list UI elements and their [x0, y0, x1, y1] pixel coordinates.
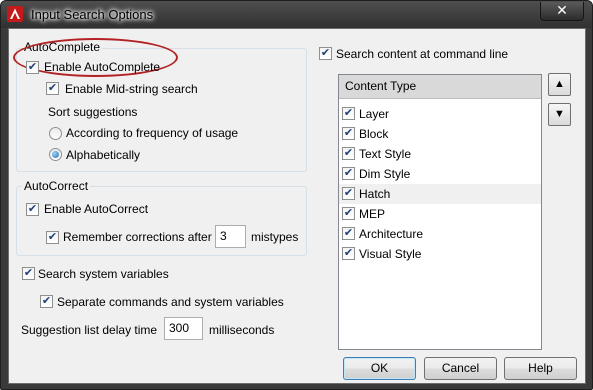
- list-item-visual-style[interactable]: ✔ Visual Style: [339, 244, 541, 264]
- text-style-checkbox[interactable]: ✔: [342, 147, 355, 160]
- check-icon: ✔: [27, 61, 38, 73]
- triangle-down-icon: ▼: [554, 108, 565, 120]
- help-button[interactable]: Help: [504, 357, 577, 380]
- move-up-button[interactable]: ▲: [548, 73, 571, 96]
- list-item-layer[interactable]: ✔ Layer: [339, 104, 541, 124]
- content-type-header[interactable]: Content Type: [339, 75, 541, 99]
- enable-midstring-checkbox[interactable]: ✔: [46, 82, 59, 95]
- list-item-block[interactable]: ✔ Block: [339, 124, 541, 144]
- mep-checkbox[interactable]: ✔: [342, 207, 355, 220]
- mep-label: MEP: [359, 207, 386, 221]
- check-icon: ✔: [27, 203, 38, 215]
- search-content-label[interactable]: Search content at command line: [336, 47, 508, 61]
- visual-style-checkbox[interactable]: ✔: [342, 247, 355, 260]
- separate-commands-label[interactable]: Separate commands and system variables: [57, 295, 284, 309]
- search-content-checkbox[interactable]: ✔: [319, 47, 332, 60]
- move-down-button[interactable]: ▼: [548, 103, 571, 126]
- enable-autocorrect-checkbox[interactable]: ✔: [26, 203, 39, 216]
- block-checkbox[interactable]: ✔: [342, 127, 355, 140]
- sort-suggestions-label: Sort suggestions: [48, 105, 138, 119]
- text-style-label: Text Style: [359, 147, 412, 161]
- check-icon: ✔: [343, 227, 354, 239]
- sort-frequency-label[interactable]: According to frequency of usage: [66, 126, 238, 140]
- window-title: Input Search Options: [31, 7, 154, 22]
- dim-style-checkbox[interactable]: ✔: [342, 167, 355, 180]
- block-label: Block: [359, 127, 389, 141]
- architecture-checkbox[interactable]: ✔: [342, 227, 355, 240]
- check-icon: ✔: [41, 295, 52, 307]
- check-icon: ✔: [47, 82, 58, 94]
- enable-autocomplete-label[interactable]: Enable AutoComplete: [44, 60, 160, 74]
- check-icon: ✔: [320, 47, 331, 59]
- content-type-list[interactable]: Content Type ✔ Layer ✔ Block ✔ Text Styl…: [338, 74, 542, 350]
- cancel-button[interactable]: Cancel: [424, 357, 497, 380]
- remember-corrections-checkbox[interactable]: ✔: [46, 231, 59, 244]
- check-icon: ✔: [343, 147, 354, 159]
- search-system-variables-label[interactable]: Search system variables: [38, 267, 169, 281]
- delay-time-input[interactable]: 300: [164, 317, 203, 340]
- autocorrect-legend: AutoCorrect: [22, 179, 91, 193]
- check-icon: ✔: [47, 231, 58, 243]
- layer-label: Layer: [359, 107, 390, 121]
- check-icon: ✔: [23, 267, 34, 279]
- sort-alphabetical-label[interactable]: Alphabetically: [66, 148, 140, 162]
- delay-label: Suggestion list delay time: [21, 323, 158, 337]
- hatch-label: Hatch: [359, 187, 391, 201]
- list-item-mep[interactable]: ✔ MEP: [339, 204, 541, 224]
- visual-style-label: Visual Style: [359, 247, 422, 261]
- mistypes-label: mistypes: [251, 230, 299, 244]
- check-icon: ✔: [343, 127, 354, 139]
- hatch-checkbox[interactable]: ✔: [342, 187, 355, 200]
- sort-frequency-radio[interactable]: [49, 127, 62, 140]
- dialog-window: Input Search Options ✕ AutoComplete ✔ En…: [0, 0, 593, 390]
- close-icon: ✕: [556, 2, 568, 18]
- enable-autocomplete-checkbox[interactable]: ✔: [26, 61, 39, 74]
- check-icon: ✔: [343, 167, 354, 179]
- autocorrect-group: [16, 186, 307, 256]
- autocad-app-icon: [7, 6, 23, 22]
- list-item-dim-style[interactable]: ✔ Dim Style: [339, 164, 541, 184]
- list-item-architecture[interactable]: ✔ Architecture: [339, 224, 541, 244]
- check-icon: ✔: [343, 187, 354, 199]
- layer-checkbox[interactable]: ✔: [342, 107, 355, 120]
- enable-midstring-label[interactable]: Enable Mid-string search: [65, 82, 198, 96]
- mistypes-count-input[interactable]: 3: [215, 225, 246, 248]
- milliseconds-label: milliseconds: [209, 323, 275, 337]
- architecture-label: Architecture: [359, 227, 424, 241]
- triangle-up-icon: ▲: [554, 78, 565, 90]
- list-item-text-style[interactable]: ✔ Text Style: [339, 144, 541, 164]
- check-icon: ✔: [343, 207, 354, 219]
- check-icon: ✔: [343, 107, 354, 119]
- enable-autocorrect-label[interactable]: Enable AutoCorrect: [44, 202, 148, 216]
- sort-alphabetical-radio[interactable]: [49, 148, 62, 161]
- dim-style-label: Dim Style: [359, 167, 411, 181]
- title-bar[interactable]: Input Search Options ✕: [1, 1, 592, 28]
- dialog-body: AutoComplete ✔ Enable AutoComplete ✔ Ena…: [8, 28, 586, 384]
- search-system-variables-checkbox[interactable]: ✔: [22, 267, 35, 280]
- check-icon: ✔: [343, 247, 354, 259]
- remember-corrections-label[interactable]: Remember corrections after: [63, 230, 212, 244]
- list-item-hatch[interactable]: ✔ Hatch: [339, 184, 541, 204]
- ok-button[interactable]: OK: [343, 357, 416, 380]
- separate-commands-checkbox[interactable]: ✔: [40, 295, 53, 308]
- close-button[interactable]: ✕: [540, 2, 584, 21]
